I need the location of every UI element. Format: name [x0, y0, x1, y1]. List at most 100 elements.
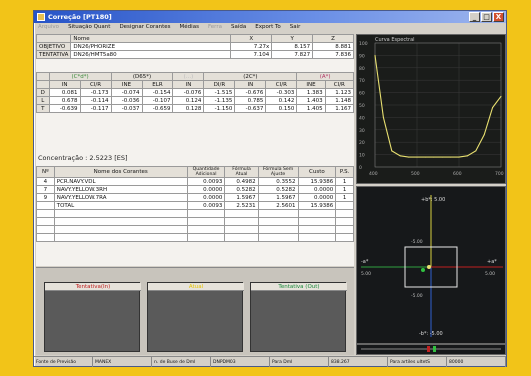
- y-tick-label: 90: [359, 53, 365, 59]
- colorant-cell[interactable]: 1.5967: [257, 193, 299, 202]
- colorant-cell[interactable]: 0.5282: [257, 185, 299, 194]
- colorant-cell: TOTAL: [53, 201, 188, 210]
- spectral-chart: Curva Espectral1009080706050403020100400…: [359, 37, 504, 177]
- measure-cell-z: 8.881: [312, 42, 354, 51]
- measure-cell-name: DN26/PHORIZE: [70, 42, 232, 51]
- colorant-header: Quantidade Adicional: [186, 166, 226, 178]
- colorant-cell[interactable]: 2.5601: [257, 201, 299, 210]
- diff-cell: 1.383: [296, 88, 326, 97]
- measure-row[interactable]: TENTATIVA DN26/HMT5a80 7.104 7.827 7.836: [35, 50, 354, 59]
- diff-group-header: (...): [172, 72, 205, 81]
- colorant-cell[interactable]: 0.0093: [186, 177, 226, 186]
- diff-cell: -0.074: [110, 88, 143, 97]
- ab-plane: +b*: 5.00 -b*: -5.00 -a* +a* 5.00 5.00 -…: [361, 195, 503, 337]
- spectral-graph-panel: Curva Espectral 100 90 80 70 60 50 40 30 20 10 0 400…: [356, 34, 506, 184]
- reflectance-point: [424, 156, 426, 158]
- menu-item-7[interactable]: Sair: [290, 23, 301, 32]
- lightness-marker-red[interactable]: [427, 346, 430, 352]
- menu-item-3[interactable]: Médias: [180, 23, 199, 32]
- diff-header: INE: [296, 80, 326, 89]
- menu-item-2[interactable]: Designar Corantes: [119, 23, 170, 32]
- reflectance-point: [466, 155, 468, 157]
- menu-item-6[interactable]: Export To: [255, 23, 281, 32]
- colorant-cell: NAVY.YELLOW.7RA: [53, 193, 188, 202]
- colorant-cell: 15.9386: [297, 201, 337, 210]
- lightness-marker-green[interactable]: [433, 346, 436, 352]
- y-tick-label: 100: [359, 41, 368, 47]
- top-axis-label: +b*: 5.00: [421, 197, 445, 203]
- diff-cell: 1.167: [324, 104, 355, 113]
- colorant-cell[interactable]: 0.4982: [224, 177, 259, 186]
- measure-row[interactable]: OBJETIVO DN26/PHORIZE 7.27x 8.157 8.881: [35, 42, 354, 51]
- colorant-row[interactable]: 4 PCR.NAVY.VDL 0.0093 0.4982 0.3552 15.9386 1: [36, 177, 354, 186]
- reflectance-point: [399, 155, 401, 157]
- diff-cell: 1.405: [296, 104, 326, 113]
- swatch-trial-out: Tentativa (Out): [250, 282, 347, 352]
- measure-header: Y: [271, 34, 314, 43]
- diff-cell: -0.114: [79, 96, 112, 105]
- diff-header: CI/R: [324, 80, 355, 89]
- measure-header: Nome: [70, 34, 232, 43]
- diff-header: [36, 80, 50, 89]
- title-bar[interactable]: Correção [PT180] _ □ X: [34, 11, 506, 23]
- colorant-cell[interactable]: 1.5967: [224, 193, 259, 202]
- colorant-empty-row: [36, 233, 354, 242]
- reflectance-point: [483, 134, 485, 136]
- menu-item-1[interactable]: Situação Quant: [68, 23, 110, 32]
- measure-cell-x: 7.27x: [230, 42, 273, 51]
- colorant-header: Nome dos Corantes: [53, 166, 188, 178]
- measure-cell-label: OBJETIVO: [35, 42, 72, 51]
- spectral-title: Curva Espectral: [375, 37, 415, 43]
- menu-item-5[interactable]: Saída: [231, 23, 246, 32]
- colorant-cell[interactable]: 0.0093: [186, 201, 226, 210]
- diff-cell: -0.036: [110, 96, 143, 105]
- close-button[interactable]: X: [493, 12, 504, 22]
- y-tick-label: 80: [359, 66, 365, 72]
- colorant-empty-cell: [36, 225, 55, 234]
- diff-cell: -1.515: [203, 88, 236, 97]
- colorant-empty-cell: [53, 225, 188, 234]
- diff-header: CI/R: [265, 80, 298, 89]
- colorant-cell[interactable]: 0.5282: [224, 185, 259, 194]
- bottom-axis-value: -5.00: [411, 293, 423, 299]
- colorant-empty-cell: [257, 225, 299, 234]
- colorant-cell[interactable]: 0.0000: [186, 185, 226, 194]
- colorant-cell[interactable]: 0.3552: [257, 177, 299, 186]
- diff-header: DI/R: [203, 80, 236, 89]
- swatch-trial-in: Tentativa(In): [44, 282, 141, 352]
- colorant-cell: 1: [335, 185, 354, 194]
- diff-cell: 0.128: [172, 104, 205, 113]
- diff-cell: -0.173: [79, 88, 112, 97]
- correction-window: Correção [PT180] _ □ X Arquivo Situação Q…: [33, 10, 507, 367]
- colorant-empty-row: [36, 225, 354, 234]
- swatch-label: Atual: [148, 283, 244, 291]
- y-tick-label: 40: [359, 115, 365, 121]
- status-field: DNPDM03: [211, 357, 270, 367]
- maximize-button[interactable]: □: [481, 12, 492, 22]
- reflectance-point: [450, 156, 452, 158]
- reflectance-point: [416, 156, 418, 158]
- colorant-empty-cell: [297, 209, 337, 218]
- x-tick-label: 700: [495, 171, 504, 177]
- diff-group-header: (D65*): [110, 72, 174, 81]
- status-bar: Fonte de Previsão MANEX n. de Buse de Dml D…: [34, 356, 506, 367]
- colorant-cell[interactable]: 0.0000: [186, 193, 226, 202]
- colorant-empty-cell: [224, 209, 259, 218]
- colorant-empty-cell: [36, 217, 55, 226]
- measure-cell-label: TENTATIVA: [35, 50, 72, 59]
- colorant-row[interactable]: TOTAL 0.0093 2.5231 2.5601 15.9386: [36, 201, 354, 210]
- menu-item-0: Arquivo: [38, 24, 60, 30]
- colorant-cell: 9: [36, 193, 55, 202]
- colorant-row[interactable]: 9 NAVY.YELLOW.7RA 0.0000 1.5967 1.5967 0.0000…: [36, 193, 354, 202]
- minimize-button[interactable]: _: [469, 12, 480, 22]
- diff-cell: -0.154: [141, 88, 174, 97]
- measure-cell-y: 7.827: [271, 50, 314, 59]
- measure-cell-y: 8.157: [271, 42, 314, 51]
- reflectance-point: [374, 54, 376, 56]
- colorant-row[interactable]: 7 NAVY.YELLOW.3RH 0.0000 0.5282 0.5282 0.0000…: [36, 185, 354, 194]
- colorant-cell[interactable]: 2.5231: [224, 201, 259, 210]
- diff-cell: -0.659: [141, 104, 174, 113]
- diff-cell: T: [36, 104, 50, 113]
- colorant-empty-cell: [53, 217, 188, 226]
- diff-header: IN: [234, 80, 267, 89]
